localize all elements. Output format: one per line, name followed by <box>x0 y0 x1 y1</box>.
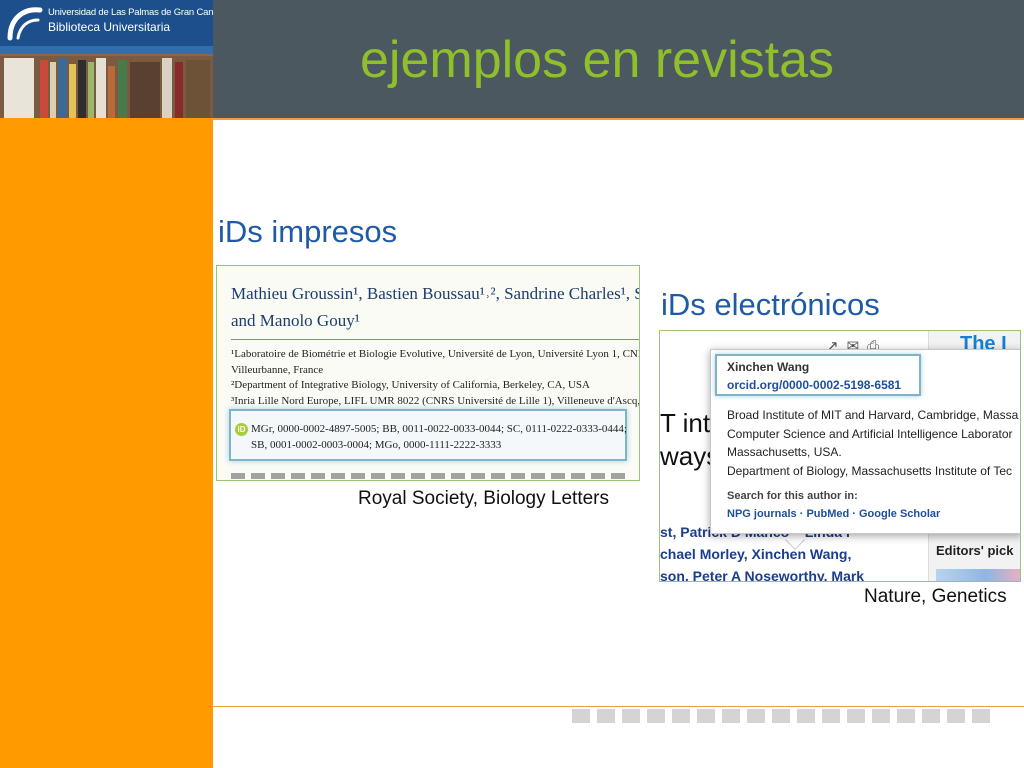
library-name: Biblioteca Universitaria <box>48 20 171 34</box>
printed-caption: Royal Society, Biology Letters <box>358 488 609 509</box>
left-sidebar <box>0 118 213 768</box>
affiliation-line: ¹Laboratoire de Biométrie et Biologie Ev… <box>231 348 640 360</box>
footer-divider <box>213 706 1024 707</box>
affiliation-line: Villeurbanne, France <box>231 363 324 376</box>
bookshelf-photo <box>0 56 213 118</box>
printed-authors-line: and Manolo Gouy¹ <box>231 311 360 330</box>
electronic-article-screenshot: T inte ways st, Patrick D Mancos, Linda … <box>659 330 1021 582</box>
cropped-text-line <box>231 473 631 479</box>
author-popup: Xinchen Wang orcid.org/0000-0002-5198-65… <box>710 349 1020 534</box>
printed-article-excerpt: Mathieu Groussin¹, Bastien Boussau¹˒², S… <box>216 265 640 481</box>
affiliation-line: ²Department of Integrative Biology, Univ… <box>231 379 590 391</box>
footer-decoration <box>572 709 990 723</box>
university-name: Universidad de Las Palmas de Gran Canari… <box>48 7 213 18</box>
library-logo: Universidad de Las Palmas de Gran Canari… <box>0 0 213 118</box>
author-line: chael Morley, Xinchen Wang, <box>660 546 852 562</box>
affiliation-line: ³Inria Lille Nord Europe, LIFL UMR 8022 … <box>231 394 640 407</box>
slide-title: ejemplos en revistas <box>360 31 834 89</box>
popup-search-links[interactable]: NPG journals · PubMed · Google Scholar <box>727 508 940 520</box>
popup-author-name: Xinchen Wang <box>727 360 810 374</box>
popup-affiliation-line: Computer Science and Artificial Intellig… <box>727 426 1013 441</box>
editors-pick-label: Editors' pick <box>936 543 1014 558</box>
printed-ids-heading: iDs impresos <box>218 214 398 249</box>
printed-authors-line: Mathieu Groussin¹, Bastien Boussau¹˒², S… <box>231 284 640 303</box>
printed-divider <box>231 339 639 340</box>
printed-affiliations: ¹Laboratoire de Biométrie et Biologie Ev… <box>231 347 640 409</box>
electronic-caption: Nature, Genetics <box>864 586 1007 607</box>
printed-orcid-highlight: iD MGr, 0000-0002-4897-5005; BB, 0011-00… <box>229 409 627 461</box>
popup-orcid-link[interactable]: orcid.org/0000-0002-5198-6581 <box>727 378 901 392</box>
logo-band-stripe <box>0 46 213 54</box>
popup-affiliation-line: Massachusetts, USA. <box>727 445 842 459</box>
header-divider <box>213 118 1024 120</box>
popup-search-label: Search for this author in: <box>727 490 858 502</box>
popup-affiliation-line: Department of Biology, Massachusetts Ins… <box>727 463 1013 478</box>
orcid-icon: iD <box>235 423 248 436</box>
orcid-id-line: SB, 0001-0002-0003-0004; MGo, 0000-1111-… <box>251 439 502 451</box>
university-logo-icon <box>7 7 43 41</box>
popup-affiliation-line: Broad Institute of MIT and Harvard, Camb… <box>727 408 1019 422</box>
electronic-ids-heading: iDs electrónicos <box>661 287 880 322</box>
orcid-id-line: MGr, 0000-0002-4897-5005; BB, 0011-0022-… <box>251 423 627 435</box>
printed-authors: Mathieu Groussin¹, Bastien Boussau¹˒², S… <box>231 280 640 334</box>
author-line: son, Peter A Noseworthy, Mark <box>660 568 865 582</box>
printed-orcid-ids: MGr, 0000-0002-4897-5005; BB, 0011-0022-… <box>251 421 627 453</box>
editors-pick-thumbnail <box>936 569 1020 581</box>
popup-affiliations: Broad Institute of MIT and Harvard, Camb… <box>727 406 1018 480</box>
